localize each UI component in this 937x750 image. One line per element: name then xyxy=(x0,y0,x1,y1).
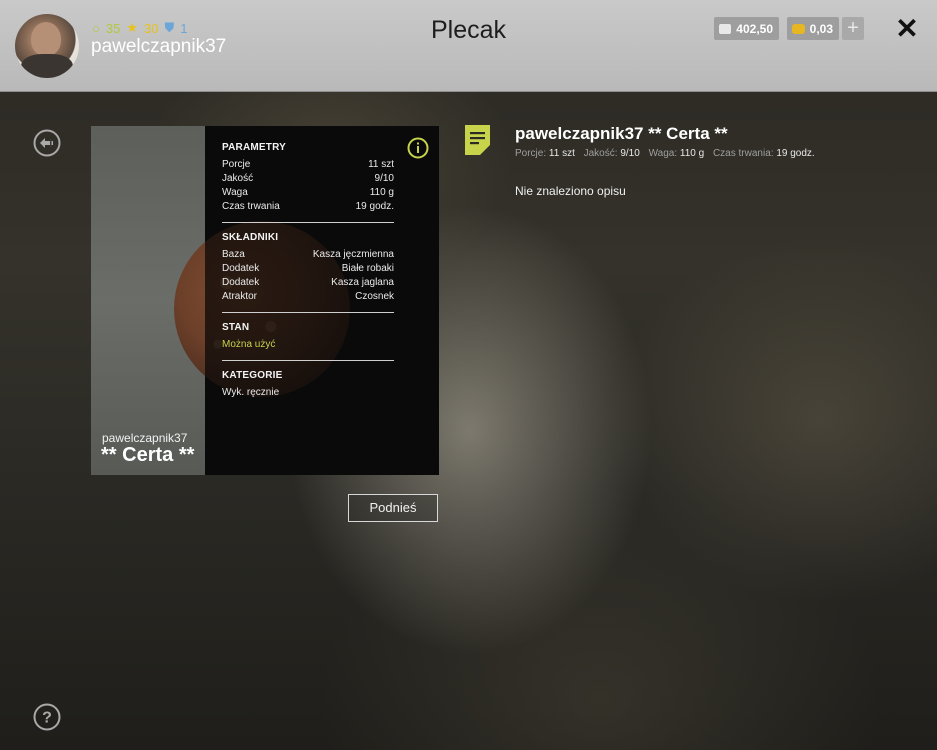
card-item-name: ** Certa ** xyxy=(101,444,195,466)
gold-coin-icon xyxy=(792,23,805,34)
params-title: PARAMETRY xyxy=(222,142,287,153)
item-title: pawelczapnik37 ** Certa ** xyxy=(515,124,728,143)
silver-amount: 402,50 xyxy=(736,21,773,36)
category-value: Wyk. ręcznie xyxy=(222,387,280,398)
back-arrow-icon[interactable] xyxy=(33,129,61,157)
divider xyxy=(222,360,394,361)
svg-text:?: ? xyxy=(42,710,52,727)
top-bar: ○ 35 ★ 30 ⛊ 1 pawelczapnik37 Plecak 402,… xyxy=(0,0,937,92)
info-icon[interactable] xyxy=(407,137,429,159)
ingredient-row: Dodatek Białe robaki xyxy=(222,263,394,274)
note-icon xyxy=(465,125,490,155)
ingredient-row: Atraktor Czosnek xyxy=(222,291,394,302)
param-row: Czas trwania 19 godz. xyxy=(222,201,394,212)
item-card: PARAMETRY Porcje 11 szt Jakość 9/10 Waga 11… xyxy=(91,126,439,475)
gold-amount: 0,03 xyxy=(809,21,833,36)
divider xyxy=(222,312,394,313)
item-meta: Porcje: 11 szt Jakość: 9/10 Waga: 110 g … xyxy=(515,148,815,159)
state-value: Można użyć xyxy=(222,339,276,350)
item-description: Nie znaleziono opisu xyxy=(515,184,626,198)
add-currency-button[interactable]: + xyxy=(842,17,864,40)
gold-balance[interactable]: 0,03 xyxy=(787,17,839,40)
param-row: Porcje 11 szt xyxy=(222,159,394,170)
divider xyxy=(222,222,394,223)
ingredient-row: Dodatek Kasza jaglana xyxy=(222,277,394,288)
silver-coin-icon xyxy=(719,23,732,34)
param-row: Waga 110 g xyxy=(222,187,394,198)
category-title: KATEGORIE xyxy=(222,370,283,381)
silver-balance[interactable]: 402,50 xyxy=(714,17,779,40)
state-title: STAN xyxy=(222,322,250,333)
help-icon[interactable]: ? xyxy=(33,703,61,731)
ingredients-title: SKŁADNIKI xyxy=(222,232,279,243)
item-properties: PARAMETRY Porcje 11 szt Jakość 9/10 Waga 11… xyxy=(222,142,394,400)
pickup-button[interactable]: Podnieś xyxy=(348,494,438,522)
ingredient-row: Baza Kasza jęczmienna xyxy=(222,249,394,260)
close-icon[interactable]: ✕ xyxy=(895,14,919,44)
param-row: Jakość 9/10 xyxy=(222,173,394,184)
card-owner: pawelczapnik37 xyxy=(102,431,188,445)
